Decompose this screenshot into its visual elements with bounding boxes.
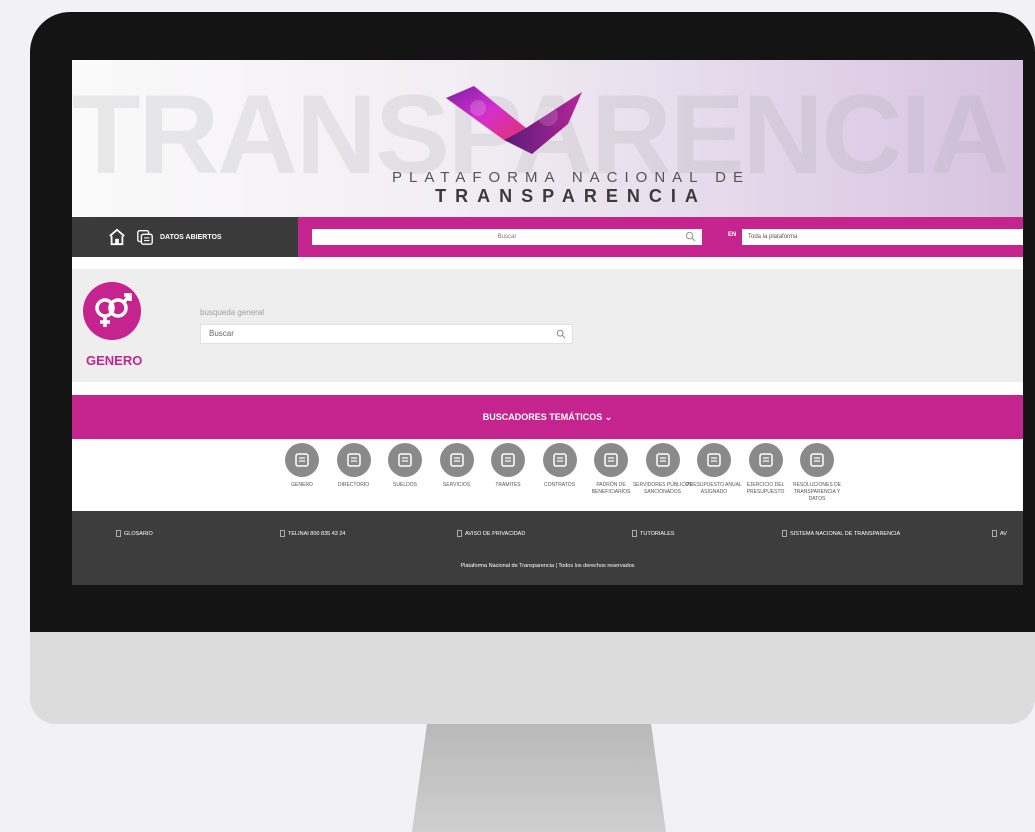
search-icon (556, 329, 566, 339)
phone-icon (280, 530, 285, 537)
gender-icon (285, 443, 319, 477)
privacy-icon (457, 530, 462, 537)
genero-icon-badge (83, 282, 141, 340)
datos-abiertos-link[interactable]: DATOS ABIERTOS (160, 234, 222, 241)
nav-left-panel: DATOS ABIERTOS (72, 217, 298, 257)
thematic-search-toggle[interactable]: BUSCADORES TEMÁTICOS ⌄ (72, 395, 1023, 439)
thematic-item[interactable]: RESOLUCIONES DE TRANSPARENCIA Y DATOS (787, 443, 847, 503)
monitor-stand (412, 722, 666, 832)
footer-link[interactable]: TUTORIALES (632, 530, 674, 537)
thematic-icons-row: GENERO DIRECTORIO SUELDOS SERVICIOS TRÁMITES… (72, 439, 1023, 511)
thematic-item-label: RESOLUCIONES DE TRANSPARENCIA Y DATOS (792, 482, 842, 502)
directory-icon (336, 443, 371, 477)
global-search-input[interactable]: Buscar (312, 229, 702, 245)
footer-link-label: SISTEMA NACIONAL DE TRANSPARENCIA (790, 530, 901, 537)
footer-link-label: GLOSARIO (124, 530, 153, 537)
footer-link[interactable]: GLOSARIO (116, 530, 153, 537)
nav-search-panel: Buscar EN Toda la plataforma (298, 217, 1023, 257)
footer-link-label: TUTORIALES (640, 530, 675, 537)
hero-title: TRANSPARENCIA (435, 186, 707, 206)
home-icon[interactable] (108, 228, 126, 246)
global-search-placeholder: Buscar (497, 234, 517, 240)
gender-icon (95, 293, 132, 327)
notice-icon (992, 530, 997, 537)
footer-link[interactable]: TELINAI 800 835 43 24 (280, 530, 345, 537)
salary-icon (388, 443, 422, 477)
genero-label: GENERO (86, 353, 143, 368)
budget-execution-icon (748, 443, 783, 477)
footer-link[interactable]: AVISO DE PRIVACIDAD (457, 530, 525, 537)
footer-link[interactable]: SISTEMA NACIONAL DE TRANSPARENCIA (782, 530, 900, 537)
resolutions-icon (800, 443, 834, 477)
beneficiaries-icon (594, 443, 628, 477)
tutorials-icon (632, 530, 637, 537)
browser-screen: TRANSPARENCIA PLATAFORMA NACIONAL DE TRA… (72, 60, 1023, 585)
top-navbar: DATOS ABIERTOS Buscar EN Toda la platafo… (72, 217, 1023, 257)
footer-link[interactable]: AV (992, 530, 1007, 537)
budget-icon (697, 443, 731, 477)
general-search-input[interactable]: Buscar (200, 324, 573, 344)
search-icon[interactable] (685, 231, 696, 242)
services-icon (439, 443, 474, 477)
footer-link-label: TELINAI 800 835 43 24 (288, 530, 346, 537)
system-icon (782, 530, 787, 537)
general-search-button[interactable] (549, 324, 573, 344)
footer-link-label: AV (1000, 530, 1007, 537)
general-search-label: busqueda general (200, 308, 265, 317)
glossary-icon (116, 530, 121, 537)
hero-banner: TRANSPARENCIA PLATAFORMA NACIONAL DE TRA… (72, 60, 1023, 217)
contracts-icon (542, 443, 577, 477)
scope-prefix: EN (728, 232, 737, 238)
hero-subtitle: PLATAFORMA NACIONAL DE (392, 169, 750, 186)
open-data-icon[interactable] (136, 228, 154, 246)
footer-link-label: AVISO DE PRIVACIDAD (465, 530, 526, 537)
footer-copyright: Plataforma Nacional de Transparencia | T… (460, 563, 635, 569)
procedures-icon (491, 443, 525, 477)
scope-select[interactable]: Toda la plataforma (742, 229, 1023, 245)
pnt-logo-icon (446, 86, 582, 154)
sanctioned-servants-icon (645, 443, 680, 477)
site-footer: Plataforma Nacional de Transparencia | T… (72, 511, 1023, 585)
